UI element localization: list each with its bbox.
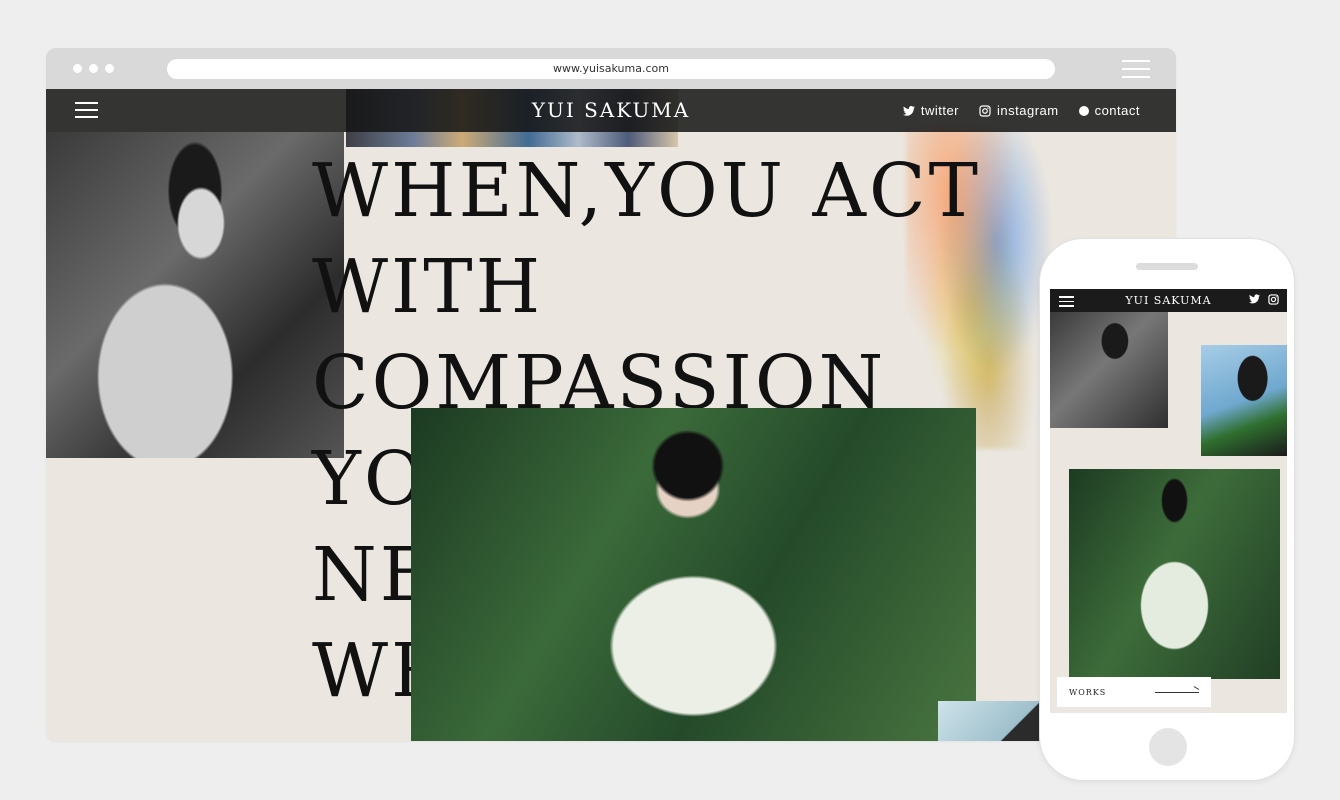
window-dot-2[interactable] xyxy=(89,64,98,73)
social-nav: twitter instagram contact xyxy=(902,89,1140,132)
contact-link[interactable]: contact xyxy=(1078,103,1140,118)
works-button[interactable]: WORKS xyxy=(1057,677,1211,707)
window-dot-3[interactable] xyxy=(105,64,114,73)
phone-screen: YUI SAKUMA WORKS xyxy=(1050,289,1287,713)
circle-icon xyxy=(1078,105,1089,116)
twitter-label: twitter xyxy=(920,103,959,118)
mobile-portrait-bw xyxy=(1050,312,1168,428)
browser-menu-icon[interactable] xyxy=(1122,60,1150,78)
portrait-photo-bw xyxy=(46,132,344,458)
instagram-icon[interactable] xyxy=(1268,294,1279,305)
twitter-link[interactable]: twitter xyxy=(902,103,959,118)
contact-label: contact xyxy=(1094,103,1140,118)
twitter-icon[interactable] xyxy=(1249,294,1260,304)
works-label: WORKS xyxy=(1069,687,1107,697)
phone-mockup: YUI SAKUMA WORKS xyxy=(1039,238,1295,781)
instagram-link[interactable]: instagram xyxy=(979,103,1059,118)
site-logo[interactable]: YUI SAKUMA xyxy=(532,98,690,122)
phone-home-button[interactable] xyxy=(1149,728,1187,766)
window-dot-1[interactable] xyxy=(73,64,82,73)
arrow-right-icon xyxy=(1155,691,1199,693)
address-bar[interactable]: www.yuisakuma.com xyxy=(167,59,1055,79)
website-viewport: WHEN,YOU ACT WITH COMPASSION YOU WILL NE… xyxy=(46,89,1176,741)
browser-window: www.yuisakuma.com WHEN,YOU ACT WITH COMP… xyxy=(46,48,1176,741)
mobile-header: YUI SAKUMA xyxy=(1050,289,1287,312)
site-header: YUI SAKUMA twitter instagram contact xyxy=(46,89,1176,132)
portrait-photo-partial xyxy=(938,701,1048,741)
portrait-photo-garden xyxy=(411,408,976,741)
browser-toolbar: www.yuisakuma.com xyxy=(46,48,1176,89)
window-controls xyxy=(73,64,114,73)
mobile-social-icons xyxy=(1249,294,1279,305)
instagram-label: instagram xyxy=(997,103,1059,118)
instagram-icon xyxy=(979,104,991,117)
mobile-portrait-blue xyxy=(1201,345,1287,456)
hamburger-icon[interactable] xyxy=(75,102,98,118)
mobile-portrait-garden xyxy=(1069,469,1280,679)
twitter-icon xyxy=(902,105,915,116)
phone-speaker xyxy=(1136,263,1198,270)
